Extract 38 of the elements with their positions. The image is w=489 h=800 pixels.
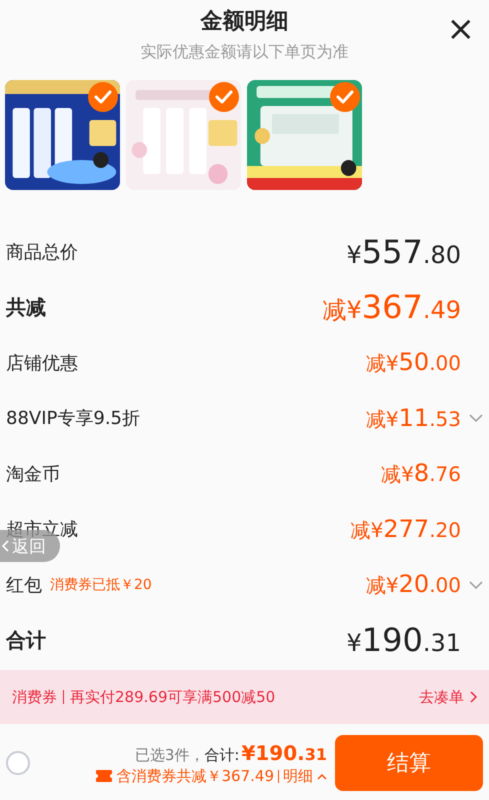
coupon-note: 消费券已抵￥20 [50, 576, 152, 594]
total-amount: ¥190.31 [241, 740, 327, 764]
checkmark-icon[interactable] [88, 82, 118, 112]
close-button[interactable]: × [442, 14, 479, 44]
row-label: 合计 [6, 626, 46, 654]
subtitle: 实际优惠金额请以下单页为准 [140, 42, 348, 63]
row-label: 店铺优惠 [6, 352, 78, 375]
row-label: 商品总价 [6, 240, 78, 264]
chevron-down-icon[interactable] [469, 580, 483, 590]
amount: 减¥277.20 [350, 514, 462, 544]
row-label: 淘金币 [6, 462, 60, 486]
chevron-right-icon [470, 691, 477, 703]
amount: 减¥50.00 [366, 348, 462, 378]
checkout-button[interactable]: 结算 [335, 735, 483, 791]
amount: ¥190.31 [346, 621, 462, 660]
amount: 减¥11.53 [366, 404, 461, 433]
total-label: 合计: [204, 746, 240, 764]
add-items-link[interactable]: 去凑单 [419, 688, 477, 706]
selected-count: 已选3件， [134, 746, 204, 764]
chevron-left-icon [2, 540, 10, 552]
row-label: 共减 [6, 294, 46, 321]
amount: 减¥20.00 [366, 570, 461, 600]
select-all-radio[interactable] [6, 751, 30, 775]
coupon-tag: 消费券 [12, 688, 57, 706]
chevron-up-icon [317, 772, 327, 780]
checkmark-icon[interactable] [330, 82, 360, 112]
details-toggle[interactable]: 明细 [283, 766, 327, 786]
ticket-icon [94, 769, 112, 783]
row-label: 红包 [6, 574, 42, 597]
dialog-title: 金额明细 [200, 8, 288, 36]
amount: 减¥8.76 [381, 459, 462, 488]
amount: ¥557.80 [346, 232, 462, 271]
chevron-down-icon[interactable] [469, 413, 483, 424]
checkmark-icon[interactable] [209, 82, 239, 112]
row-label: 88VIP专享9.5折 [6, 407, 140, 430]
amount: 减¥367.49 [322, 288, 462, 326]
coupon-message: 再实付289.69可享满500减50 [70, 688, 276, 706]
savings-text: 含消费券共减￥367.49 [116, 766, 274, 786]
